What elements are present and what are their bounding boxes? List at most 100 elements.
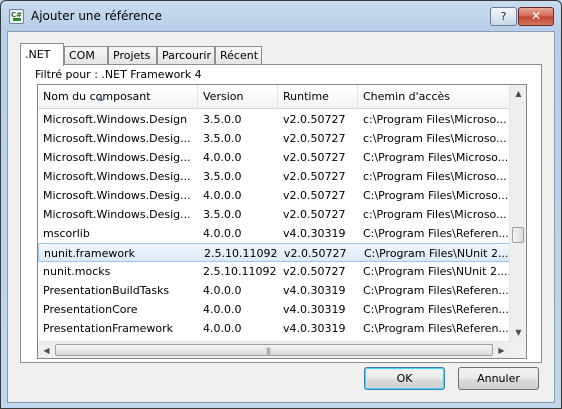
help-button[interactable]: ? [490,7,517,26]
cell-runtime: v4.0.30319 [283,227,346,240]
cell-version: 4.0.0.0 [203,322,242,335]
tab-projets[interactable]: Projets [108,46,157,65]
cell-name: Microsoft.Windows.Desig... [43,132,191,145]
cell-runtime: v2.0.50727 [283,113,346,126]
cell-version: 3.5.0.0 [203,208,242,221]
title-bar[interactable]: C# Ajouter une référence ? ✕ [1,1,561,31]
cell-name: Microsoft.Windows.Desig... [43,208,191,221]
cell-path: C:\Program Files\NUnit 2.... [363,265,510,278]
scroll-right-icon[interactable]: ▶ [493,342,510,358]
tab-parcourir[interactable]: Parcourir [157,46,215,65]
add-reference-dialog: C# Ajouter une référence ? ✕ .NET COM Pr… [0,0,562,409]
column-header-runtime[interactable]: Runtime [278,85,358,109]
column-header-version[interactable]: Version [198,85,278,109]
tab-panel-dotnet: Filtré pour : .NET Framework 4 ▲ Nom du … [20,64,542,363]
cell-version: 2.5.10.11092 [203,265,277,278]
scroll-corner [509,341,526,358]
scroll-left-icon[interactable]: ◀ [38,342,55,358]
close-icon: ✕ [530,9,542,23]
column-header-name[interactable]: ▲ Nom du composant [38,85,198,109]
cell-name: nunit.framework [44,247,136,260]
cell-runtime: v2.0.50727 [284,247,347,260]
dialog-client-area: .NET COM Projets Parcourir Récent Filtré… [7,31,555,403]
csharp-app-icon: C# [9,9,24,24]
window-title: Ajouter une référence [31,9,163,23]
cell-name: Microsoft.Windows.Design [43,113,188,126]
cell-version: 2.5.10.11092 [204,247,278,260]
cell-version: 3.5.0.0 [203,113,242,126]
column-header-path[interactable]: Chemin d'accès [358,85,510,109]
cell-version: 4.0.0.0 [203,227,242,240]
list-header: ▲ Nom du composant Version Runtime Chemi… [38,85,510,109]
cell-path: C:\Program Files\Referen... [363,227,509,240]
cell-runtime: v4.0.30319 [283,322,346,335]
cell-version: 3.5.0.0 [203,132,242,145]
cell-path: C:\Program Files\Microso... [363,151,509,164]
cell-version: 4.0.0.0 [203,151,242,164]
cell-path: C:\Program Files\Referen... [363,303,509,316]
column-header-path-label: Chemin d'accès [363,90,451,103]
tab-com[interactable]: COM [64,46,108,65]
cell-runtime: v2.0.50727 [283,151,346,164]
cell-path: c:\Program Files\Microso... [363,113,507,126]
sort-ascending-icon: ▲ [98,94,104,102]
cell-path: C:\Program Files\Microso... [363,189,509,202]
component-list[interactable]: ▲ Nom du composant Version Runtime Chemi… [37,84,527,359]
column-header-name-label: Nom du composant [43,90,151,103]
table-row[interactable]: nunit.framework 2.5.10.11092 v2.0.50727 C:\… [38,243,510,262]
cell-version: 4.0.0.0 [203,189,242,202]
framework-filter-label: Filtré pour : .NET Framework 4 [35,68,202,81]
column-header-version-label: Version [203,90,244,103]
horizontal-scroll-thumb[interactable]: ||| [55,344,493,356]
cancel-button[interactable]: Annuler [458,367,539,390]
help-icon: ? [500,10,507,23]
scroll-down-icon[interactable]: ▼ [510,324,526,341]
cell-path: C:\Program Files\Referen... [363,322,509,335]
close-button[interactable]: ✕ [518,7,554,26]
cell-name: Microsoft.Windows.Desig... [43,189,191,202]
vertical-scroll-thumb[interactable] [512,227,524,243]
scroll-up-icon[interactable]: ▲ [510,85,526,102]
cell-runtime: v4.0.30319 [283,303,346,316]
cell-version: 3.5.0.0 [203,170,242,183]
list-body: Microsoft.Windows.Design 3.5.0.0 v2.0.5072… [38,110,510,341]
table-row[interactable]: Microsoft.Windows.Desig... 4.0.0.0 v2.0.50… [38,148,510,167]
table-row[interactable]: mscorlib 4.0.0.0 v4.0.30319 C:\Program File… [38,224,510,243]
cell-name: nunit.mocks [43,265,111,278]
grip-icon: ||| [266,347,271,355]
table-row[interactable]: Microsoft.Windows.Desig... 3.5.0.0 v2.0.50… [38,167,510,186]
cell-path: C:\Program Files\Referen... [363,284,509,297]
cell-path: c:\Program Files\Microso... [363,132,507,145]
cell-runtime: v2.0.50727 [283,170,346,183]
table-row[interactable]: Microsoft.Windows.Desig... 3.5.0.0 v2.0.50… [38,205,510,224]
tab-dotnet[interactable]: .NET [20,43,64,66]
table-row[interactable]: PresentationCore 4.0.0.0 v4.0.30319 C:\Prog… [38,300,510,319]
cell-name: PresentationFramework [43,322,173,335]
cell-runtime: v2.0.50727 [283,265,346,278]
cell-name: PresentationBuildTasks [43,284,170,297]
table-row[interactable]: PresentationFramework 4.0.0.0 v4.0.30319 C:… [38,319,510,338]
table-row[interactable]: Microsoft.Windows.Design 3.5.0.0 v2.0.5072… [38,110,510,129]
cell-version: 4.0.0.0 [203,303,242,316]
cell-runtime: v4.0.30319 [283,284,346,297]
cell-runtime: v2.0.50727 [283,189,346,202]
table-row[interactable]: Microsoft.Windows.Desig... 3.5.0.0 v2.0.50… [38,129,510,148]
cell-version: 4.0.0.0 [203,284,242,297]
table-row[interactable]: Microsoft.Windows.Desig... 4.0.0.0 v2.0.50… [38,186,510,205]
cell-runtime: v2.0.50727 [283,208,346,221]
cell-path: c:\Program Files\Microso... [363,170,507,183]
cell-path: c:\Program Files\Microso... [363,208,507,221]
horizontal-scrollbar[interactable]: ◀ ||| ▶ [38,341,510,358]
column-header-runtime-label: Runtime [283,90,329,103]
cell-path: C:\Program Files\NUnit 2.... [364,247,510,260]
cell-name: PresentationCore [43,303,138,316]
cell-name: Microsoft.Windows.Desig... [43,170,191,183]
ok-button[interactable]: OK [364,367,445,390]
tab-recent[interactable]: Récent [215,46,262,65]
cell-name: mscorlib [43,227,90,240]
cell-name: Microsoft.Windows.Desig... [43,151,191,164]
cell-runtime: v2.0.50727 [283,132,346,145]
table-row[interactable]: nunit.mocks 2.5.10.11092 v2.0.50727 C:\Prog… [38,262,510,281]
table-row[interactable]: PresentationBuildTasks 4.0.0.0 v4.0.30319 C… [38,281,510,300]
vertical-scrollbar[interactable]: ▲ ▼ [509,85,526,341]
